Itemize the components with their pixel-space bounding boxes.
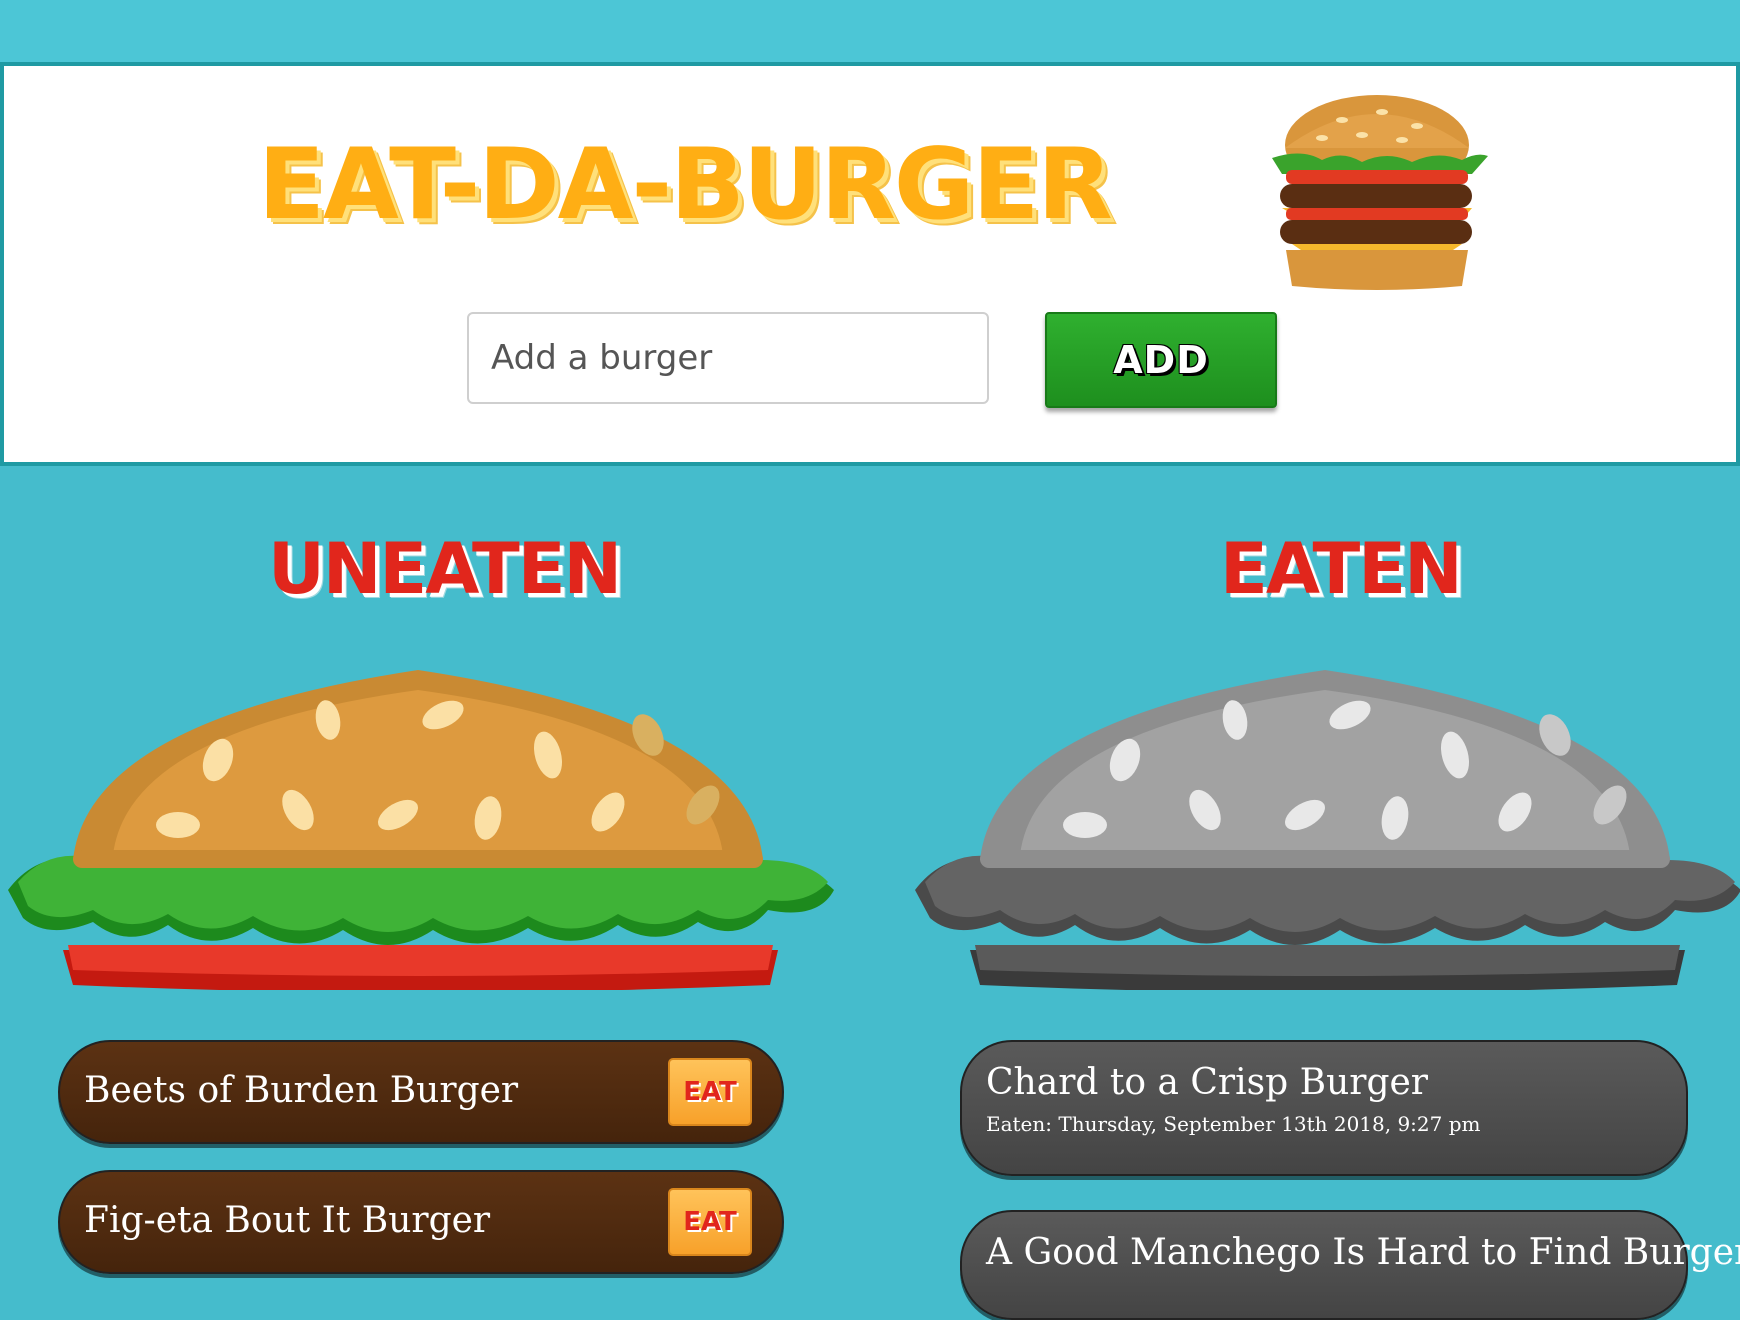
burger-input[interactable] (467, 312, 989, 404)
add-button[interactable]: ADD (1045, 312, 1277, 408)
site-title: EAT-DA-BURGER (258, 128, 1113, 242)
burger-name: A Good Manchego Is Hard to Find Burger (986, 1232, 1740, 1273)
burger-icon (1272, 95, 1488, 290)
eaten-date: Eaten: Thursday, September 13th 2018, 9:… (986, 1112, 1481, 1136)
uneaten-burger-item: Beets of Burden Burger EAT (58, 1040, 784, 1144)
eaten-burger-item: A Good Manchego Is Hard to Find Burger (960, 1210, 1740, 1320)
uneaten-burger-item: Fig-eta Bout It Burger EAT (58, 1170, 784, 1274)
burger-name: Chard to a Crisp Burger (986, 1062, 1429, 1103)
burger-name: Beets of Burden Burger (84, 1070, 519, 1111)
uneaten-bun-icon (8, 670, 834, 990)
top-strip (0, 0, 1740, 62)
eaten-bun-icon (915, 670, 1740, 990)
uneaten-heading: UNEATEN (268, 528, 622, 610)
burger-name: Fig-eta Bout It Burger (84, 1200, 491, 1241)
eaten-heading: EATEN (1220, 528, 1463, 610)
eaten-burger-item: Chard to a Crisp Burger Eaten: Thursday,… (960, 1040, 1688, 1176)
eat-button[interactable]: EAT (668, 1188, 752, 1256)
eat-button[interactable]: EAT (668, 1058, 752, 1126)
